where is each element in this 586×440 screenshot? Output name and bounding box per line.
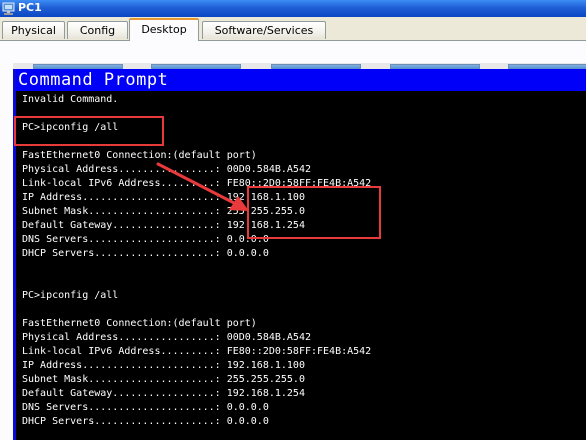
terminal-line: DNS Servers.....................: 0.0.0.… xyxy=(22,402,269,413)
tab-bar: Physical Config Desktop Software/Service… xyxy=(0,17,586,41)
terminal-line: DHCP Servers....................: 0.0.0.… xyxy=(22,416,269,427)
terminal-line: IP Address......................: 192.16… xyxy=(22,360,305,371)
tab-config[interactable]: Config xyxy=(67,21,128,39)
terminal-line: DNS Servers.....................: 0.0.0.… xyxy=(22,234,269,245)
terminal-line: Physical Address................: 00D0.5… xyxy=(22,164,311,175)
tab-software-services[interactable]: Software/Services xyxy=(202,21,326,39)
terminal-line: Default Gateway.................: 192.16… xyxy=(22,388,305,399)
terminal-line: Default Gateway.................: 192.16… xyxy=(22,220,305,231)
terminal-line: Physical Address................: 00D0.5… xyxy=(22,332,311,343)
terminal-line: DHCP Servers....................: 0.0.0.… xyxy=(22,248,269,259)
terminal-line: Link-local IPv6 Address.........: FE80::… xyxy=(22,178,372,189)
terminal-line: Invalid Command. xyxy=(22,94,119,105)
terminal-line: FastEthernet0 Connection:(default port) xyxy=(22,318,257,329)
terminal-line: PC>ipconfig /all xyxy=(22,290,119,301)
terminal-line: IP Address......................: 192.16… xyxy=(22,192,305,203)
pc-icon xyxy=(2,2,15,15)
command-prompt-window[interactable]: Command Prompt Invalid Command. PC>ipcon… xyxy=(13,69,586,440)
tab-desktop[interactable]: Desktop xyxy=(129,18,199,41)
window-title: PC1 xyxy=(18,1,42,14)
desktop-panel: Command Prompt Invalid Command. PC>ipcon… xyxy=(0,41,586,440)
tab-physical[interactable]: Physical xyxy=(2,21,65,39)
terminal-line: Link-local IPv6 Address.........: FE80::… xyxy=(22,346,372,357)
terminal-line: PC>ipconfig /all xyxy=(22,122,119,133)
terminal-line: Subnet Mask.....................: 255.25… xyxy=(22,374,305,385)
terminal-line: Subnet Mask.....................: 255.25… xyxy=(22,206,305,217)
terminal-output[interactable]: Invalid Command. PC>ipconfig /all FastEt… xyxy=(16,91,586,440)
terminal-line: FastEthernet0 Connection:(default port) xyxy=(22,150,257,161)
command-prompt-title: Command Prompt xyxy=(16,69,586,91)
window-titlebar: PC1 xyxy=(0,0,586,17)
